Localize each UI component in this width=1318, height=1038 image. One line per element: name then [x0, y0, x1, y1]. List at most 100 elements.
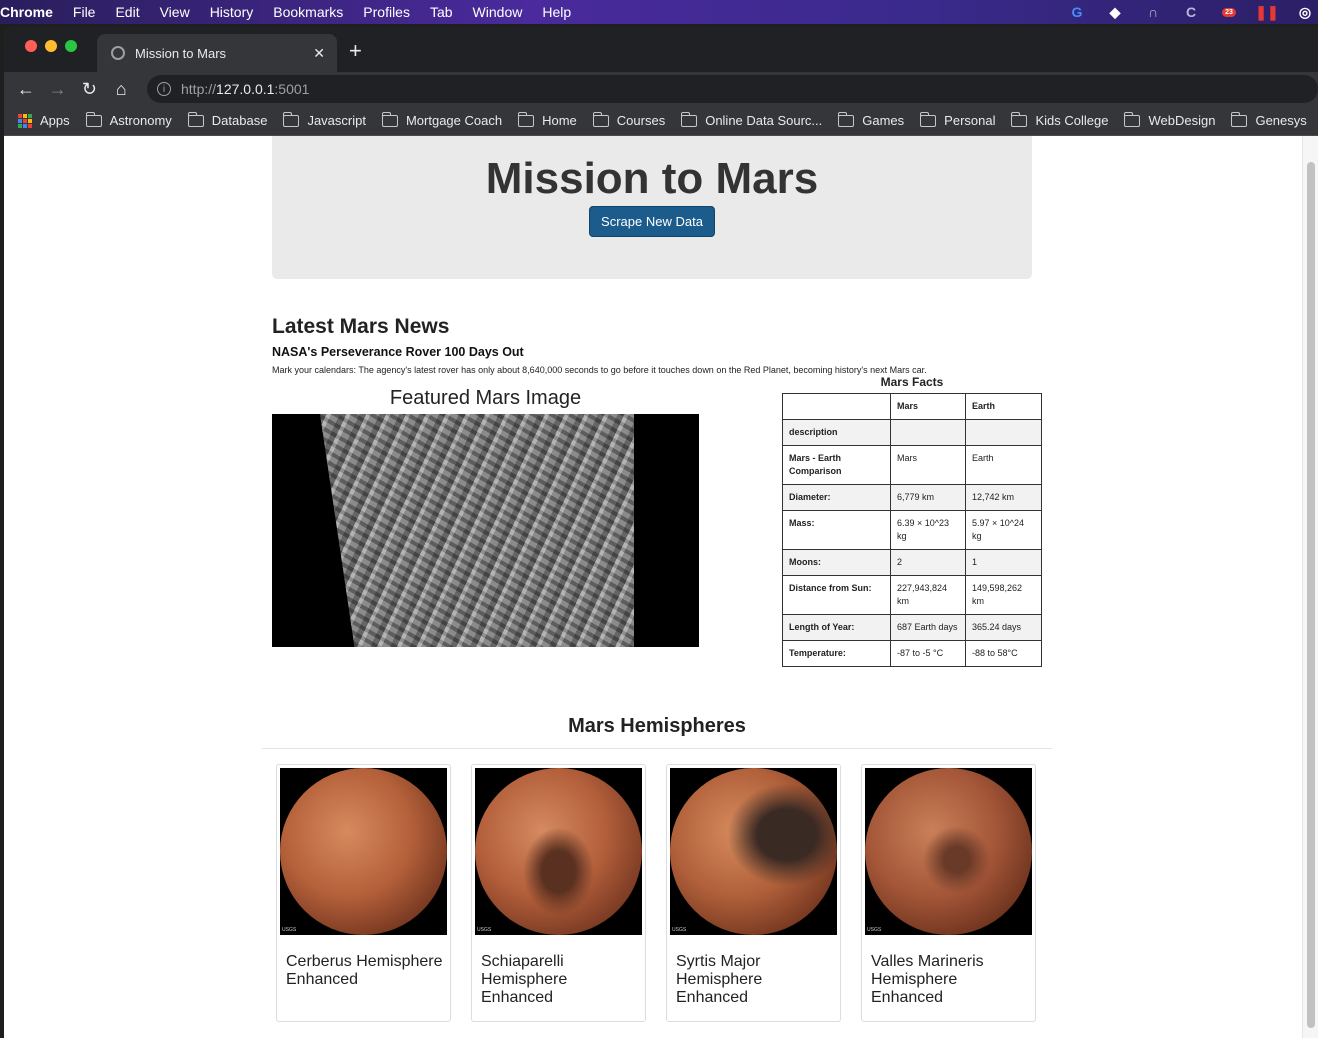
tab-strip: Mission to Mars ✕ + [4, 26, 1318, 72]
url-port: :5001 [274, 81, 310, 97]
usgs-credit: USGS [867, 927, 882, 933]
reload-icon[interactable]: ↻ [74, 79, 106, 100]
address-bar[interactable]: i http://127.0.0.1:5001 [147, 75, 1318, 103]
tab-title: Mission to Mars [135, 45, 227, 61]
status-tray: G ◆ ∩ C 23 ❚❚ ◎ [1068, 0, 1318, 24]
hemisphere-title: Schiaparelli Hemisphere Enhanced [481, 953, 568, 1006]
g-icon[interactable]: G [1068, 3, 1086, 21]
bookmark-personal[interactable]: Personal [912, 111, 1003, 128]
table-cell: Moons: [782, 549, 891, 576]
arch-icon[interactable]: ∩ [1144, 3, 1162, 21]
bookmark-database[interactable]: Database [180, 111, 276, 128]
page-viewport: Mission to Mars Scrape New Data Latest M… [4, 136, 1318, 1038]
bookmark-label: WebDesign [1148, 113, 1216, 128]
bookmark-label: Apps [40, 113, 70, 128]
home-icon[interactable]: ⌂ [105, 79, 137, 100]
menu-app-name[interactable]: Chrome [0, 4, 63, 20]
scrape-new-data-button[interactable]: Scrape New Data [589, 206, 715, 237]
browser-toolbar: ← → ↻ ⌂ i http://127.0.0.1:5001 [4, 72, 1318, 106]
menu-file[interactable]: File [63, 4, 106, 20]
bookmark-label: Personal [944, 113, 996, 128]
hemisphere-card-syrtis-major[interactable]: USGS Syrtis Major Hemisphere Enhanced [666, 764, 841, 1022]
table-cell: 227,943,824 km [890, 575, 966, 615]
bookmark-kids-college[interactable]: Kids College [1003, 111, 1116, 128]
bookmark-label: Courses [616, 113, 666, 128]
bookmark-courses[interactable]: Courses [585, 111, 673, 128]
close-window-button[interactable] [25, 40, 37, 52]
news-heading: Latest Mars News [272, 315, 450, 338]
menu-view[interactable]: View [150, 4, 200, 20]
bookmark-online-data-sources[interactable]: Online Data Sourc... [673, 111, 830, 128]
menu-bookmarks[interactable]: Bookmarks [263, 4, 353, 20]
hemisphere-title: Cerberus Hemisphere Enhanced [286, 953, 443, 988]
menu-tab[interactable]: Tab [420, 4, 463, 20]
table-cell: Mars [890, 445, 966, 485]
hemisphere-card-schiaparelli[interactable]: USGS Schiaparelli Hemisphere Enhanced [471, 764, 646, 1022]
info-icon[interactable]: i [157, 82, 171, 96]
folder-icon [518, 111, 535, 127]
table-cell: Mass: [782, 510, 891, 550]
notification-badge-icon[interactable]: 23 [1220, 3, 1238, 21]
table-cell: Earth [965, 445, 1042, 485]
menu-help[interactable]: Help [532, 4, 581, 20]
table-cell: 365.24 days [965, 614, 1042, 641]
notification-count: 23 [1222, 7, 1236, 17]
table-cell: 5.97 × 10^24 kg [965, 510, 1042, 550]
minimize-window-button[interactable] [45, 40, 57, 52]
folder-icon [1124, 111, 1141, 127]
menu-edit[interactable]: Edit [105, 4, 149, 20]
hemispheres-heading: Mars Hemispheres [262, 715, 1052, 749]
bookmark-games[interactable]: Games [830, 111, 912, 128]
hemisphere-image[interactable]: USGS [670, 768, 837, 935]
hemisphere-card-cerberus[interactable]: USGS Cerberus Hemisphere Enhanced [276, 764, 451, 1022]
mars-facts-section: Mars Facts Mars Earth description Mars -… [782, 375, 1042, 667]
folder-icon [381, 111, 398, 127]
table-row: Length of Year: 687 Earth days 365.24 da… [782, 614, 1042, 641]
table-row: Diameter: 6,779 km 12,742 km [782, 484, 1042, 511]
bookmarks-bar: Apps Astronomy Database Javascript Mortg… [4, 106, 1318, 136]
bookmark-home[interactable]: Home [510, 111, 585, 128]
scrollbar-thumb[interactable] [1307, 162, 1315, 1028]
table-cell: Mars - Earth Comparison [782, 445, 891, 485]
bookmark-apps[interactable]: Apps [4, 113, 78, 128]
hemisphere-card-valles-marineris[interactable]: USGS Valles Marineris Hemisphere Enhance… [861, 764, 1036, 1022]
table-cell: -87 to -5 °C [890, 640, 966, 667]
bookmark-genesys[interactable]: Genesys [1223, 111, 1314, 128]
hemisphere-image[interactable]: USGS [475, 768, 642, 935]
bookmark-mortgage-coach[interactable]: Mortgage Coach [374, 111, 510, 128]
featured-mars-image[interactable] [272, 414, 699, 647]
bookmark-astronomy[interactable]: Astronomy [78, 111, 180, 128]
c-icon[interactable]: C [1182, 3, 1200, 21]
facts-caption: Mars Facts [880, 375, 944, 389]
table-row: Mars - Earth Comparison Mars Earth [782, 445, 1042, 485]
table-row: Mass: 6.39 × 10^23 kg 5.97 × 10^24 kg [782, 510, 1042, 550]
menu-window[interactable]: Window [463, 4, 533, 20]
bookmark-javascript[interactable]: Javascript [275, 111, 374, 128]
new-tab-button[interactable]: + [349, 38, 362, 64]
folder-icon [592, 111, 609, 127]
user-circle-icon[interactable]: ◎ [1296, 3, 1314, 21]
page-scrollbar[interactable] [1302, 136, 1318, 1038]
table-cell: 12,742 km [965, 484, 1042, 511]
news-paragraph: Mark your calendars: The agency's latest… [272, 365, 927, 375]
tab-mission-to-mars[interactable]: Mission to Mars ✕ [97, 34, 337, 72]
table-cell: Temperature: [782, 640, 891, 667]
bookmark-label: Database [211, 113, 268, 128]
menu-history[interactable]: History [200, 4, 264, 20]
menu-profiles[interactable]: Profiles [353, 4, 420, 20]
close-tab-icon[interactable]: ✕ [313, 45, 325, 62]
url-scheme: http:// [181, 81, 217, 97]
pause-icon[interactable]: ❚❚ [1255, 3, 1278, 21]
bookmark-webdesign[interactable]: WebDesign [1116, 111, 1223, 128]
mars-globe-image [280, 768, 447, 935]
back-icon[interactable]: ← [10, 79, 42, 100]
zoom-window-button[interactable] [65, 40, 77, 52]
hemisphere-image[interactable]: USGS [280, 768, 447, 935]
window-controls [25, 40, 77, 52]
hemisphere-image[interactable]: USGS [865, 768, 1032, 935]
page-container: Mission to Mars Scrape New Data Latest M… [262, 136, 1052, 1022]
forward-icon[interactable]: → [42, 79, 74, 100]
bookmark-label: Genesys [1255, 113, 1307, 128]
mars-globe-image [865, 768, 1032, 935]
dropbox-icon[interactable]: ◆ [1106, 3, 1124, 21]
